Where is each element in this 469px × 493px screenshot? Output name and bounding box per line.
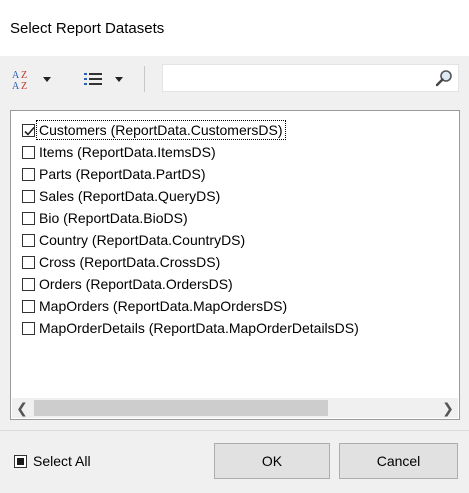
checkbox-checked[interactable] <box>22 123 35 137</box>
search-icon[interactable] <box>434 68 454 88</box>
checkbox[interactable] <box>22 145 35 159</box>
footer-divider <box>0 430 469 431</box>
ok-button[interactable]: OK <box>214 443 330 479</box>
checkbox[interactable] <box>22 321 35 335</box>
dataset-list-item[interactable]: Bio (ReportData.BioDS) <box>11 207 459 229</box>
checkbox[interactable] <box>22 167 35 181</box>
svg-text:Z: Z <box>21 81 27 90</box>
checkbox[interactable] <box>22 255 35 269</box>
dataset-label: MapOrderDetails (ReportData.MapOrderDeta… <box>39 320 359 336</box>
dataset-label: Customers (ReportData.CustomersDS) <box>36 120 286 140</box>
chevron-down-icon <box>115 77 123 82</box>
dataset-label: MapOrders (ReportData.MapOrdersDS) <box>39 298 288 314</box>
toolbar-separator <box>144 66 145 92</box>
dataset-label: Parts (ReportData.PartDS) <box>39 166 206 182</box>
search-input[interactable] <box>167 68 421 90</box>
select-all-label: Select All <box>33 453 91 469</box>
dialog-title-bar: Select Report Datasets <box>0 0 469 56</box>
search-box[interactable] <box>162 64 459 92</box>
select-report-datasets-dialog: Select Report Datasets A Z A Z Customers… <box>0 0 469 493</box>
list-view-icon <box>84 73 102 85</box>
svg-text:A: A <box>12 70 20 81</box>
scrollbar-thumb[interactable] <box>34 400 328 416</box>
checkbox[interactable] <box>22 211 35 225</box>
dataset-list-item[interactable]: Country (ReportData.CountryDS) <box>11 229 459 251</box>
dataset-label: Sales (ReportData.QueryDS) <box>39 188 221 204</box>
dataset-list-item[interactable]: Parts (ReportData.PartDS) <box>11 163 459 185</box>
svg-text:A: A <box>12 81 20 90</box>
cancel-button[interactable]: Cancel <box>339 443 458 479</box>
dataset-label: Bio (ReportData.BioDS) <box>39 210 188 226</box>
checkbox[interactable] <box>22 277 35 291</box>
select-all-checkbox[interactable]: Select All <box>14 453 91 469</box>
view-dropdown-button[interactable] <box>82 66 126 92</box>
dataset-list-panel[interactable]: Customers (ReportData.CustomersDS) Items … <box>10 110 460 420</box>
checkbox[interactable] <box>22 189 35 203</box>
sort-dropdown-button[interactable]: A Z A Z <box>10 66 54 92</box>
svg-text:Z: Z <box>21 70 27 81</box>
dataset-label: Items (ReportData.ItemsDS) <box>39 144 216 160</box>
scroll-right-icon[interactable]: ❯ <box>438 398 458 418</box>
chevron-down-icon <box>43 77 51 82</box>
dataset-list-item[interactable]: Cross (ReportData.CrossDS) <box>11 251 459 273</box>
dialog-title: Select Report Datasets <box>10 20 165 37</box>
horizontal-scrollbar[interactable]: ❮ ❯ <box>12 398 458 418</box>
sort-az-icon: A Z A Z <box>12 70 27 90</box>
checkbox[interactable] <box>22 233 35 247</box>
dataset-label: Country (ReportData.CountryDS) <box>39 232 246 248</box>
dataset-list-item[interactable]: MapOrders (ReportData.MapOrdersDS) <box>11 295 459 317</box>
dataset-label: Orders (ReportData.OrdersDS) <box>39 276 233 292</box>
checkbox[interactable] <box>22 299 35 313</box>
dataset-list-item[interactable]: Sales (ReportData.QueryDS) <box>11 185 459 207</box>
toolbar: A Z A Z <box>0 56 469 104</box>
dataset-list-item[interactable]: Orders (ReportData.OrdersDS) <box>11 273 459 295</box>
dataset-list-item[interactable]: MapOrderDetails (ReportData.MapOrderDeta… <box>11 317 459 339</box>
dataset-label: Cross (ReportData.CrossDS) <box>39 254 221 270</box>
scroll-left-icon[interactable]: ❮ <box>12 398 32 418</box>
dataset-list-item[interactable]: Items (ReportData.ItemsDS) <box>11 141 459 163</box>
dataset-list-item[interactable]: Customers (ReportData.CustomersDS) <box>11 119 459 141</box>
select-all-indeterminate-box[interactable] <box>14 454 27 468</box>
